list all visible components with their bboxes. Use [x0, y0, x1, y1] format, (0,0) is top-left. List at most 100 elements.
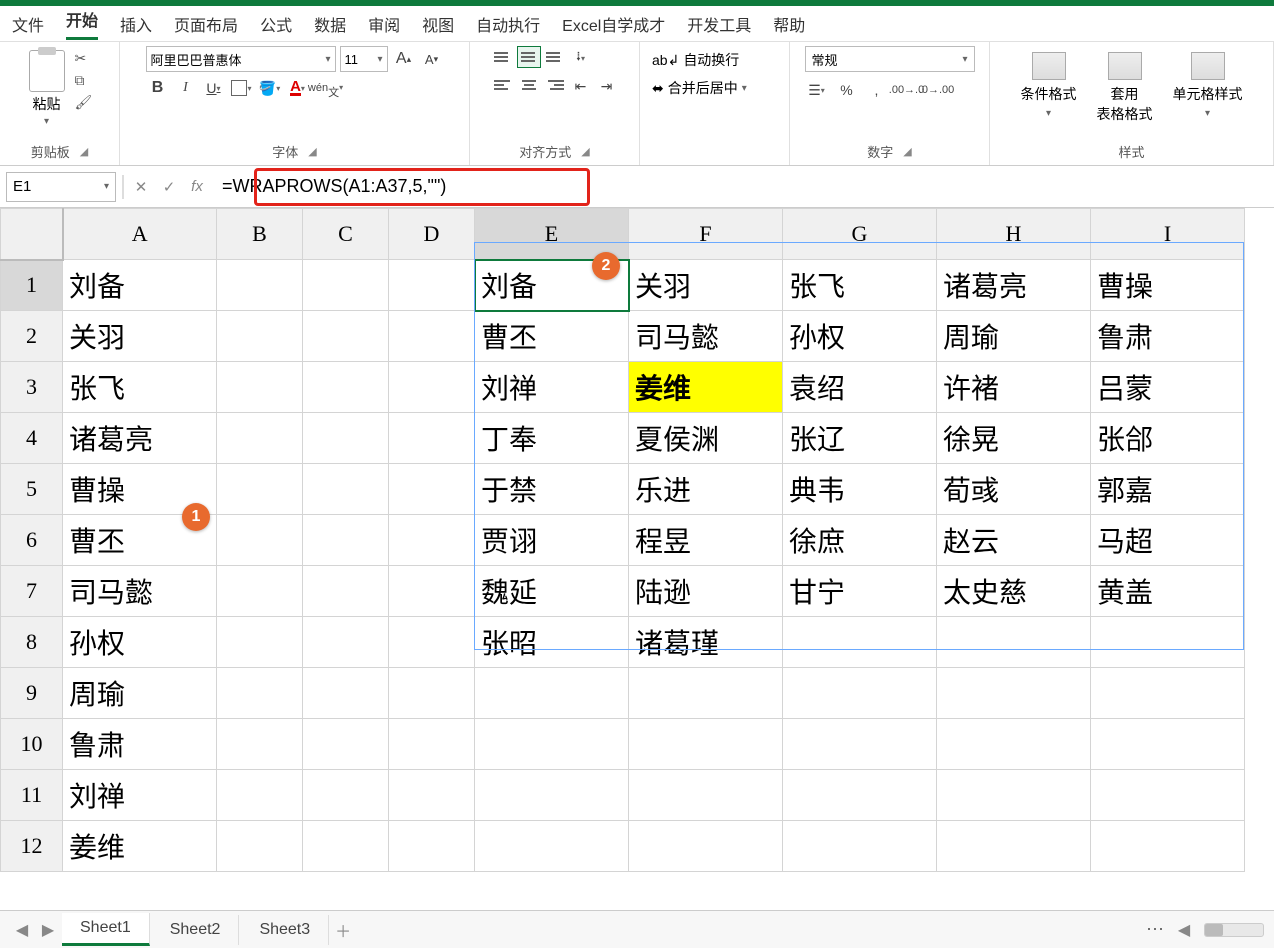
cell-A12[interactable]: 姜维 — [63, 821, 217, 872]
cell-H12[interactable] — [937, 821, 1091, 872]
cell-D12[interactable] — [389, 821, 475, 872]
align-top-icon[interactable] — [491, 46, 515, 68]
cell-G8[interactable] — [783, 617, 937, 668]
cell-B6[interactable] — [217, 515, 303, 566]
align-bottom-icon[interactable] — [543, 46, 567, 68]
cell-G11[interactable] — [783, 770, 937, 821]
fx-icon[interactable]: fx — [186, 176, 208, 198]
cell-B3[interactable] — [217, 362, 303, 413]
cell-B1[interactable] — [217, 260, 303, 311]
merge-center-button[interactable]: ⬌合并后居中▾ — [650, 74, 779, 102]
row-header-11[interactable]: 11 — [1, 770, 63, 821]
cell-F9[interactable] — [629, 668, 783, 719]
cell-B4[interactable] — [217, 413, 303, 464]
column-header-F[interactable]: F — [629, 209, 783, 260]
cell-G4[interactable]: 张辽 — [783, 413, 937, 464]
cell-A3[interactable]: 张飞 — [63, 362, 217, 413]
cell-A11[interactable]: 刘禅 — [63, 770, 217, 821]
sheet-tab-3[interactable]: Sheet3 — [241, 915, 329, 945]
worksheet-grid[interactable]: ABCDEFGHI1刘备刘备关羽张飞诸葛亮曹操2关羽曹丕司马懿孙权周瑜鲁肃3张飞… — [0, 208, 1274, 908]
column-header-B[interactable]: B — [217, 209, 303, 260]
cell-F4[interactable]: 夏侯渊 — [629, 413, 783, 464]
cell-I1[interactable]: 曹操 — [1091, 260, 1245, 311]
name-box[interactable]: E1▾ — [6, 172, 116, 202]
cell-B11[interactable] — [217, 770, 303, 821]
column-header-D[interactable]: D — [389, 209, 475, 260]
cell-H6[interactable]: 赵云 — [937, 515, 1091, 566]
menu-excel-custom[interactable]: Excel自学成才 — [562, 12, 665, 36]
cell-B5[interactable] — [217, 464, 303, 515]
cell-G1[interactable]: 张飞 — [783, 260, 937, 311]
column-header-G[interactable]: G — [783, 209, 937, 260]
cell-D11[interactable] — [389, 770, 475, 821]
row-header-12[interactable]: 12 — [1, 821, 63, 872]
cell-E12[interactable] — [475, 821, 629, 872]
row-header-2[interactable]: 2 — [1, 311, 63, 362]
accept-formula-icon[interactable]: ✓ — [158, 176, 180, 198]
menu-file[interactable]: 文件 — [12, 12, 44, 36]
cell-I4[interactable]: 张郃 — [1091, 413, 1245, 464]
cell-H2[interactable]: 周瑜 — [937, 311, 1091, 362]
menu-home[interactable]: 开始 — [66, 7, 98, 40]
cell-I6[interactable]: 马超 — [1091, 515, 1245, 566]
cell-E7[interactable]: 魏延 — [475, 566, 629, 617]
currency-button[interactable]: ☰▾ — [805, 78, 829, 102]
percent-button[interactable]: % — [835, 78, 859, 102]
sheet-options-icon[interactable]: ⋯ — [1146, 919, 1164, 940]
cell-H11[interactable] — [937, 770, 1091, 821]
cell-A7[interactable]: 司马懿 — [63, 566, 217, 617]
increase-font-icon[interactable]: A▴ — [392, 47, 416, 71]
wrap-text-button[interactable]: ab↲自动换行 — [650, 46, 779, 74]
cell-D10[interactable] — [389, 719, 475, 770]
cell-F3[interactable]: 姜维 — [629, 362, 783, 413]
dialog-launcher-icon[interactable]: ◢ — [308, 145, 316, 158]
cell-A1[interactable]: 刘备 — [63, 260, 217, 311]
conditional-format-button[interactable]: 条件格式▾ — [1021, 52, 1077, 124]
horizontal-scrollbar[interactable] — [1204, 923, 1264, 937]
cell-I3[interactable]: 吕蒙 — [1091, 362, 1245, 413]
cell-D9[interactable] — [389, 668, 475, 719]
cell-D3[interactable] — [389, 362, 475, 413]
cell-F12[interactable] — [629, 821, 783, 872]
number-format-select[interactable]: 常规▾ — [805, 46, 975, 72]
cell-I10[interactable] — [1091, 719, 1245, 770]
cell-G6[interactable]: 徐庶 — [783, 515, 937, 566]
cell-G10[interactable] — [783, 719, 937, 770]
cell-E10[interactable] — [475, 719, 629, 770]
cell-I12[interactable] — [1091, 821, 1245, 872]
align-right-icon[interactable] — [543, 74, 567, 96]
cell-I7[interactable]: 黄盖 — [1091, 566, 1245, 617]
tab-next-icon[interactable]: ▶ — [36, 918, 60, 942]
cell-A2[interactable]: 关羽 — [63, 311, 217, 362]
cell-E2[interactable]: 曹丕 — [475, 311, 629, 362]
cell-B10[interactable] — [217, 719, 303, 770]
cell-E4[interactable]: 丁奉 — [475, 413, 629, 464]
sheet-tab-1[interactable]: Sheet1 — [62, 913, 150, 946]
cell-F2[interactable]: 司马懿 — [629, 311, 783, 362]
cell-E11[interactable] — [475, 770, 629, 821]
align-center-icon[interactable] — [517, 74, 541, 96]
row-header-8[interactable]: 8 — [1, 617, 63, 668]
cell-F1[interactable]: 关羽 — [629, 260, 783, 311]
cell-C1[interactable] — [303, 260, 389, 311]
cell-E3[interactable]: 刘禅 — [475, 362, 629, 413]
dialog-launcher-icon[interactable]: ◢ — [903, 145, 911, 158]
cell-I11[interactable] — [1091, 770, 1245, 821]
row-header-3[interactable]: 3 — [1, 362, 63, 413]
font-size-select[interactable]: 11▾ — [340, 46, 388, 72]
row-header-5[interactable]: 5 — [1, 464, 63, 515]
add-sheet-icon[interactable]: ＋ — [331, 918, 355, 942]
font-color-button[interactable]: A▾ — [286, 76, 310, 100]
cell-B8[interactable] — [217, 617, 303, 668]
cell-F11[interactable] — [629, 770, 783, 821]
row-header-1[interactable]: 1 — [1, 260, 63, 311]
increase-indent-icon[interactable]: ⇥ — [595, 74, 619, 98]
cell-E8[interactable]: 张昭 — [475, 617, 629, 668]
copy-icon[interactable]: ⧉ — [75, 72, 95, 88]
cell-C11[interactable] — [303, 770, 389, 821]
align-middle-icon[interactable] — [517, 46, 541, 68]
cell-C4[interactable] — [303, 413, 389, 464]
format-table-button[interactable]: 套用 表格格式 — [1097, 52, 1153, 124]
underline-button[interactable]: U▾ — [202, 76, 226, 100]
cell-C5[interactable] — [303, 464, 389, 515]
